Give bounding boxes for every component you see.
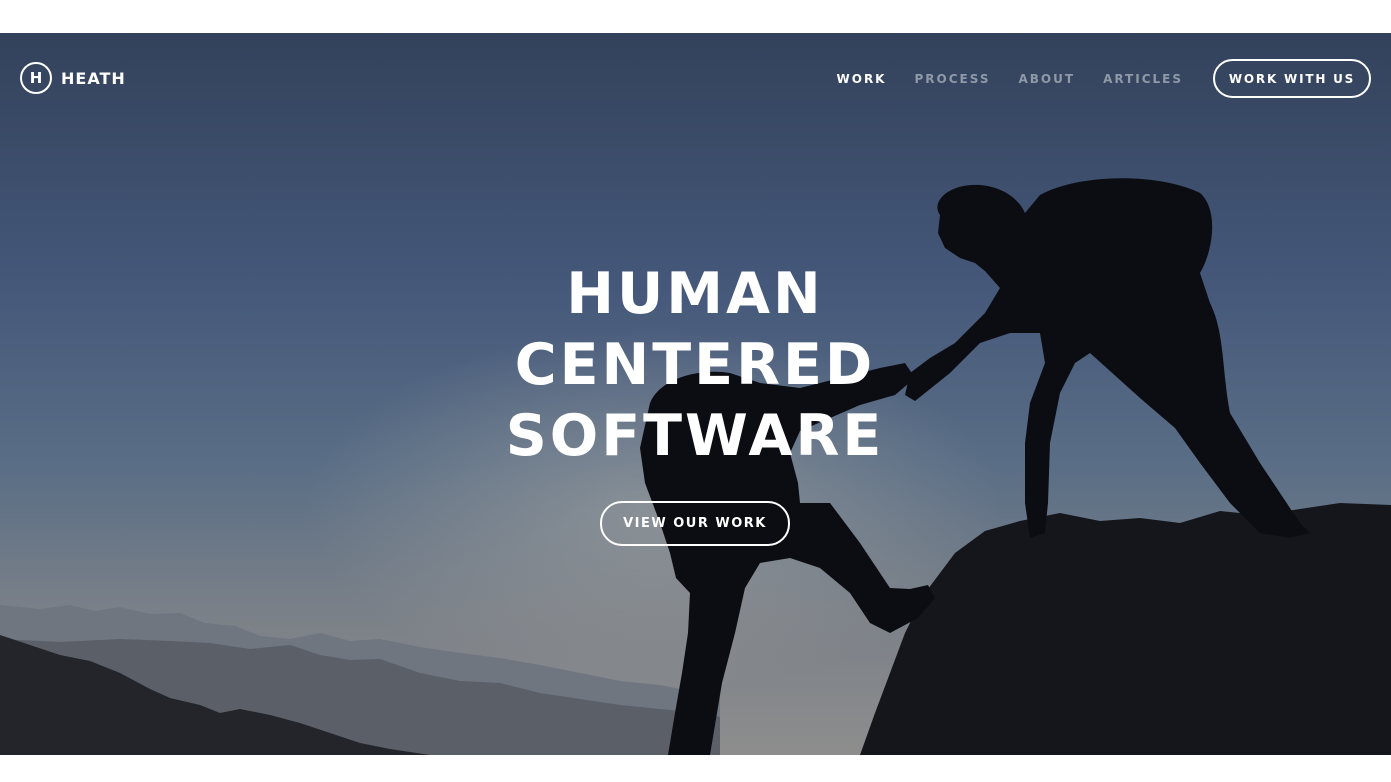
brand-name: HEATH [61, 68, 126, 88]
headline-line: HUMAN [566, 261, 824, 327]
nav-link-work[interactable]: WORK [837, 72, 887, 86]
headline-line: CENTERED [514, 332, 876, 398]
top-navigation: H HEATH WORK PROCESS ABOUT ARTICLES WORK… [0, 33, 1391, 123]
nav-link-articles[interactable]: ARTICLES [1103, 72, 1183, 86]
hero-section: H HEATH WORK PROCESS ABOUT ARTICLES WORK… [0, 33, 1391, 755]
hero-headline: HUMAN CENTERED SOFTWARE [445, 259, 945, 472]
work-with-us-button[interactable]: WORK WITH US [1213, 59, 1371, 98]
logo-circle-icon: H [20, 62, 52, 94]
nav-link-about[interactable]: ABOUT [1018, 72, 1075, 86]
logo-link[interactable]: H HEATH [20, 61, 126, 95]
nav-link-process[interactable]: PROCESS [914, 72, 990, 86]
main-menu: WORK PROCESS ABOUT ARTICLES WORK WITH US [837, 59, 1371, 98]
headline-line: SOFTWARE [505, 403, 885, 469]
view-our-work-button[interactable]: VIEW OUR WORK [600, 501, 790, 546]
